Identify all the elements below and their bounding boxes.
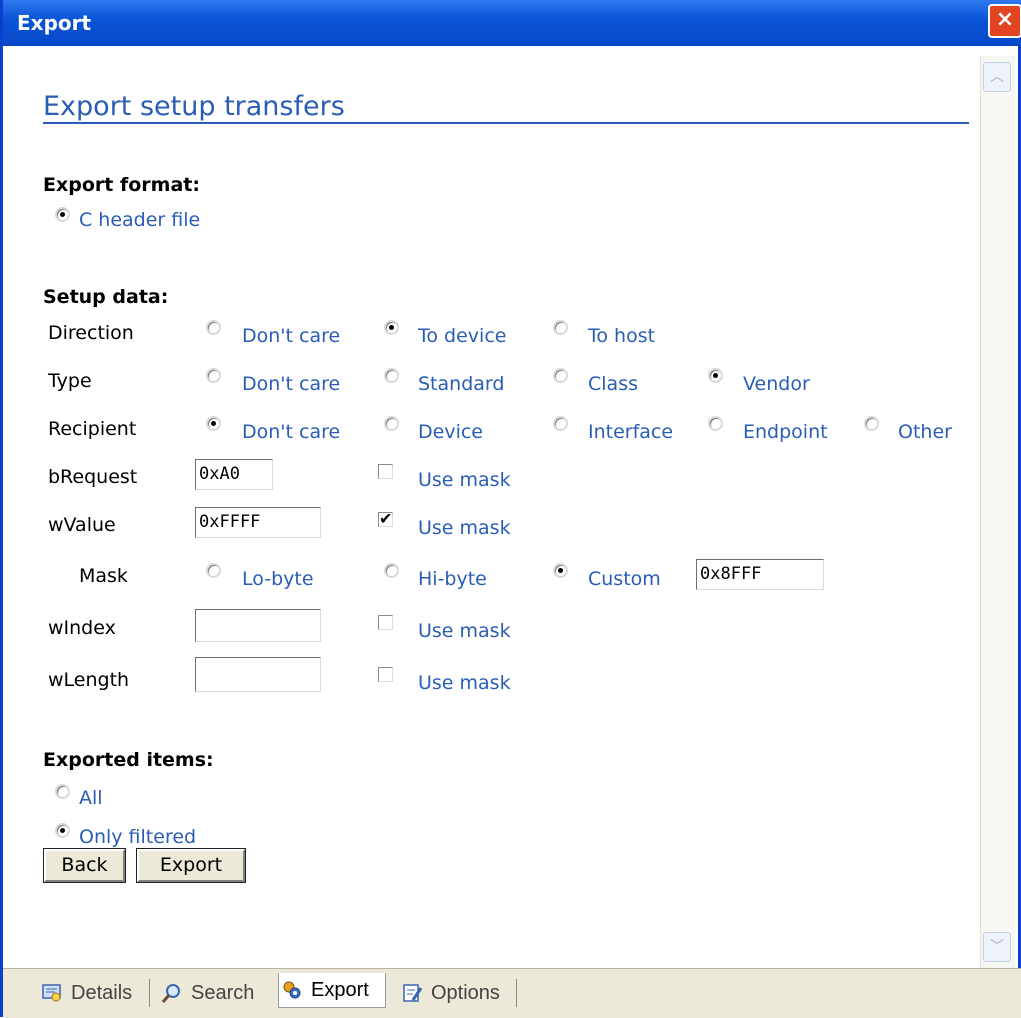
search-icon xyxy=(161,984,180,1003)
direction-dont-care-label[interactable]: Don't care xyxy=(242,325,340,347)
tab-search[interactable]: Search xyxy=(159,976,262,1010)
tab-export-label: Export xyxy=(311,979,369,1001)
radio-c-header-file[interactable] xyxy=(55,207,70,222)
vertical-scrollbar[interactable]: ︿ ﹀ xyxy=(980,56,1015,968)
radio-recipient-interface[interactable] xyxy=(553,416,568,431)
tab-options-label: Options xyxy=(431,982,500,1004)
tab-separator xyxy=(149,979,150,1007)
wvalue-label: wValue xyxy=(48,514,116,536)
tab-export[interactable]: Export xyxy=(278,973,386,1008)
mask-hi-byte-label[interactable]: Hi-byte xyxy=(418,568,487,590)
windex-use-mask-checkbox[interactable] xyxy=(378,615,393,630)
mask-lo-byte-label[interactable]: Lo-byte xyxy=(242,568,314,590)
brequest-label: bRequest xyxy=(48,466,138,488)
radio-exported-all[interactable] xyxy=(55,784,70,799)
recipient-device-label[interactable]: Device xyxy=(418,421,483,443)
export-format-heading: Export format: xyxy=(43,174,200,196)
tab-details-label: Details xyxy=(71,982,133,1004)
tab-search-label: Search xyxy=(191,982,255,1004)
mask-label: Mask xyxy=(79,565,128,587)
exported-all-label[interactable]: All xyxy=(79,787,103,809)
chevron-down-icon: ﹀ xyxy=(990,939,1004,955)
radio-type-vendor[interactable] xyxy=(708,368,723,383)
direction-to-host-label[interactable]: To host xyxy=(588,325,655,347)
windex-label: wIndex xyxy=(48,617,116,639)
radio-type-dont-care[interactable] xyxy=(206,368,221,383)
tab-separator xyxy=(516,979,517,1007)
radio-recipient-device[interactable] xyxy=(384,416,399,431)
radio-recipient-endpoint[interactable] xyxy=(708,416,723,431)
details-icon xyxy=(42,984,61,1002)
recipient-other-label[interactable]: Other xyxy=(898,421,952,443)
checkmark-icon: ✔ xyxy=(379,509,393,528)
wlength-use-mask-label[interactable]: Use mask xyxy=(418,672,511,694)
wlength-use-mask-checkbox[interactable] xyxy=(378,667,393,682)
radio-mask-lo-byte[interactable] xyxy=(206,563,221,578)
direction-label: Direction xyxy=(48,322,134,344)
direction-to-device-label[interactable]: To device xyxy=(418,325,506,347)
radio-mask-custom[interactable] xyxy=(553,563,568,578)
recipient-label: Recipient xyxy=(48,418,137,440)
title-underline xyxy=(43,122,969,124)
type-label: Type xyxy=(48,370,92,392)
close-button[interactable]: × xyxy=(988,4,1021,38)
tab-options[interactable]: Options xyxy=(399,976,509,1010)
brequest-use-mask-checkbox[interactable] xyxy=(378,464,393,479)
radio-direction-to-device[interactable] xyxy=(384,320,399,335)
recipient-interface-label[interactable]: Interface xyxy=(588,421,673,443)
wlength-label: wLength xyxy=(48,669,130,691)
scroll-down-button[interactable]: ﹀ xyxy=(983,932,1011,962)
exported-items-heading: Exported items: xyxy=(43,749,214,771)
page-title: Export setup transfers xyxy=(43,91,345,122)
radio-recipient-other[interactable] xyxy=(864,416,879,431)
recipient-dont-care-label[interactable]: Don't care xyxy=(242,421,340,443)
type-dont-care-label[interactable]: Don't care xyxy=(242,373,340,395)
export-window: Export × Export setup transfers Export f… xyxy=(0,0,1021,1018)
wlength-input[interactable] xyxy=(195,657,321,692)
exported-only-filtered-label[interactable]: Only filtered xyxy=(79,826,196,848)
radio-direction-dont-care[interactable] xyxy=(206,320,221,335)
c-header-file-label[interactable]: C header file xyxy=(79,209,200,231)
windex-input[interactable] xyxy=(195,609,321,642)
export-button[interactable]: Export xyxy=(136,848,246,883)
type-class-label[interactable]: Class xyxy=(588,373,638,395)
title-bar[interactable]: Export × xyxy=(3,0,1021,46)
radio-direction-to-host[interactable] xyxy=(553,320,568,335)
type-standard-label[interactable]: Standard xyxy=(418,373,504,395)
radio-exported-only-filtered[interactable] xyxy=(55,823,70,838)
window-title: Export xyxy=(17,11,92,35)
content-area: Export setup transfers Export format: C … xyxy=(3,46,987,967)
brequest-input[interactable]: 0xA0 xyxy=(195,459,273,490)
options-icon xyxy=(403,984,423,1002)
mask-custom-input[interactable]: 0x8FFF xyxy=(696,559,824,590)
wvalue-input[interactable]: 0xFFFF xyxy=(195,507,321,538)
tab-bar: Details Search Export Options xyxy=(3,968,1021,1018)
radio-type-class[interactable] xyxy=(553,368,568,383)
recipient-endpoint-label[interactable]: Endpoint xyxy=(743,421,828,443)
wvalue-use-mask-label[interactable]: Use mask xyxy=(418,517,511,539)
chevron-up-icon: ︿ xyxy=(990,69,1004,85)
radio-recipient-dont-care[interactable] xyxy=(206,416,221,431)
scroll-up-button[interactable]: ︿ xyxy=(983,62,1011,92)
mask-custom-label[interactable]: Custom xyxy=(588,568,661,590)
wvalue-use-mask-checkbox[interactable]: ✔ xyxy=(378,509,393,528)
back-button[interactable]: Back xyxy=(43,848,126,883)
type-vendor-label[interactable]: Vendor xyxy=(743,373,810,395)
export-icon xyxy=(283,981,301,999)
radio-mask-hi-byte[interactable] xyxy=(384,563,399,578)
setup-data-heading: Setup data: xyxy=(43,286,169,308)
radio-type-standard[interactable] xyxy=(384,368,399,383)
close-icon: × xyxy=(995,7,1015,32)
brequest-use-mask-label[interactable]: Use mask xyxy=(418,469,511,491)
tab-details[interactable]: Details xyxy=(39,976,139,1010)
windex-use-mask-label[interactable]: Use mask xyxy=(418,620,511,642)
